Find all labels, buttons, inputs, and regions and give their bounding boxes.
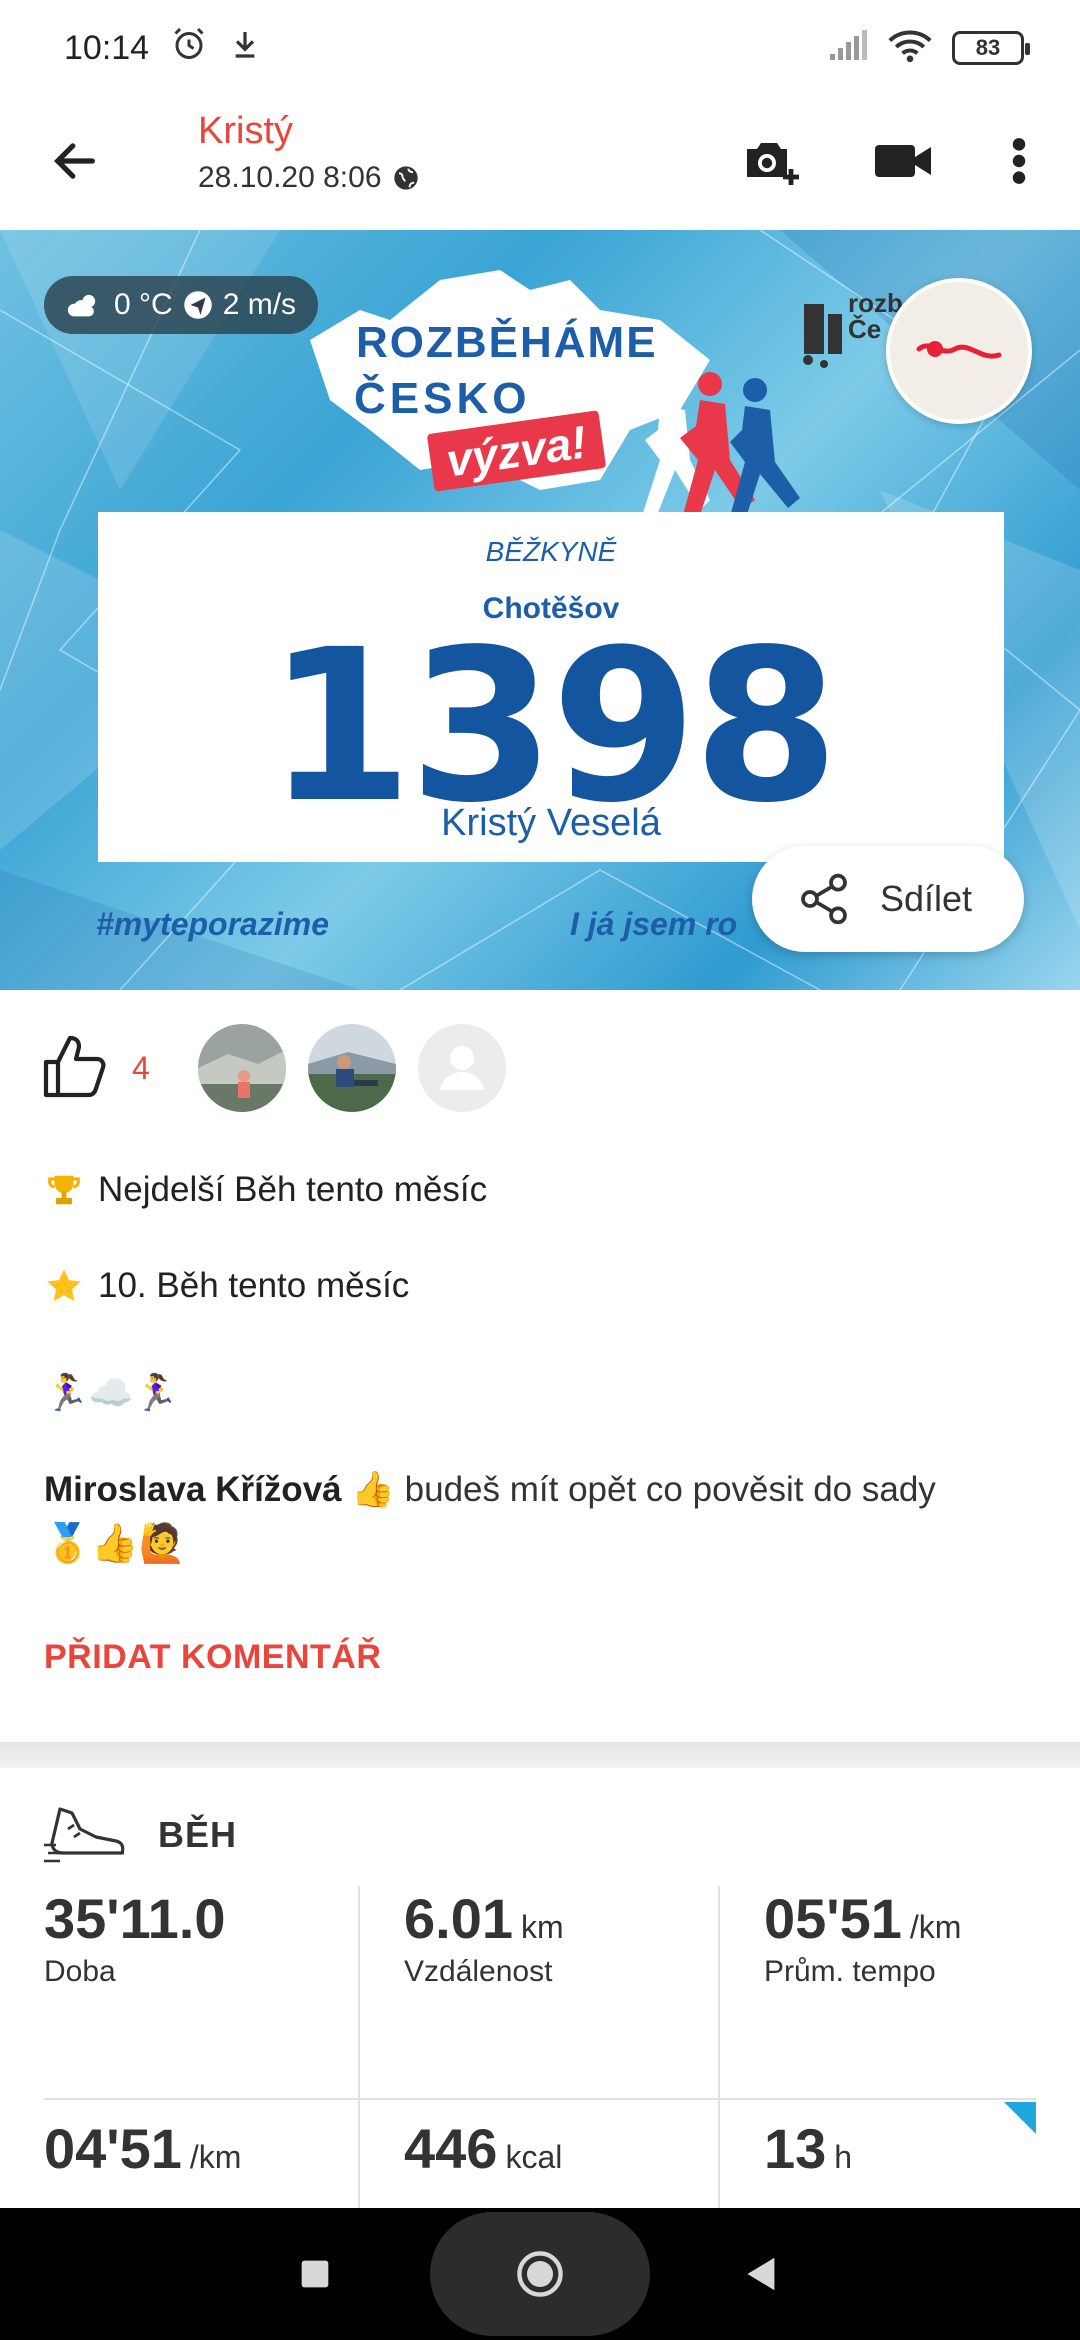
wind-direction-icon	[183, 291, 212, 319]
stat-value: 6.01	[404, 1887, 513, 1950]
signal-icon	[828, 29, 868, 67]
trophy-icon	[44, 1170, 84, 1210]
like-button[interactable]	[40, 1032, 118, 1110]
post-date-row: 28.10.20 8:06	[198, 161, 420, 195]
stat-label: Vzdálenost	[404, 1955, 553, 1988]
grid-divider	[718, 1886, 720, 2216]
stat-unit: kcal	[505, 2139, 563, 2175]
author-name[interactable]: Kristý	[198, 110, 420, 153]
home-button[interactable]	[505, 2208, 575, 2340]
stat-unit: km	[521, 1909, 564, 1945]
stat-value: 13	[764, 2117, 827, 2180]
stat-label: Prům. tempo	[764, 1955, 936, 1988]
download-icon	[229, 28, 261, 69]
achievement-run-count: 10. Běh tento měsíc	[44, 1266, 409, 1306]
stat-unit: h	[834, 2139, 853, 2175]
stat-distance: 6.01 km Vzdálenost	[404, 1886, 764, 1989]
recents-button[interactable]	[280, 2208, 350, 2340]
stat-duration: 35'11.0 Doba	[44, 1886, 404, 1989]
more-vert-icon	[1012, 138, 1026, 184]
back-triangle-icon	[747, 2257, 775, 2291]
hashtag-right: I já jsem ro	[570, 906, 738, 942]
grid-divider	[44, 2098, 1036, 2100]
route-path-icon	[916, 341, 1002, 359]
achievement-text: Nejdelší Běh tento měsíc	[98, 1170, 488, 1209]
add-photo-icon	[747, 143, 799, 185]
app-header: Kristý 28.10.20 8:06	[0, 96, 1080, 230]
stat-calories: 446 kcal	[404, 2116, 764, 2181]
alarm-icon	[171, 26, 207, 71]
thumbs-up-icon	[43, 1035, 106, 1098]
liker-avatar-2[interactable]	[308, 1024, 396, 1112]
battery-level: 83	[975, 35, 1001, 60]
add-photo-button[interactable]	[736, 126, 806, 196]
stat-label: Doba	[44, 1955, 116, 1988]
like-count[interactable]: 4	[132, 1050, 150, 1087]
activity-header: BĚH	[44, 1800, 237, 1870]
globe-icon	[393, 166, 418, 190]
back-arrow-icon	[53, 143, 95, 179]
square-icon	[301, 2260, 329, 2288]
grid-divider	[358, 1886, 360, 2216]
comment-emojis: 🥇👍🙋	[44, 1523, 186, 1565]
star-icon	[44, 1266, 84, 1306]
weather-badge: 0 °C 2 m/s	[44, 276, 319, 334]
more-options-button[interactable]	[984, 126, 1054, 196]
battery-icon: 83	[952, 31, 1030, 65]
share-label: Sdílet	[880, 878, 973, 919]
activity-banner[interactable]: 0 °C 2 m/s ROZBĚHÁME ČESKO výzva! rozb Č…	[0, 230, 1080, 990]
liker-avatar-placeholder[interactable]	[418, 1024, 506, 1112]
comment-author[interactable]: Miroslava Křížová	[44, 1470, 342, 1509]
stat-value: 04'51	[44, 2117, 182, 2180]
post-description: 🏃‍♀️☁️🏃‍♀️	[44, 1372, 179, 1413]
likes-row: 4	[0, 1020, 1080, 1116]
achievement-longest-run: Nejdelší Běh tento měsíc	[44, 1170, 487, 1210]
corner-indicator	[1004, 2102, 1036, 2134]
system-nav-bar	[0, 2208, 1080, 2340]
wifi-icon	[888, 29, 932, 68]
status-time: 10:14	[64, 28, 150, 67]
stat-value: 446	[404, 2117, 498, 2180]
route-map-thumbnail[interactable]	[886, 278, 1032, 424]
hashtag-left: #myteporazime	[96, 906, 329, 942]
race-bib: BĚŽKYNĚ Chotěšov 1398 Kristý Veselá	[98, 512, 1004, 862]
weather-wind: 2 m/s	[222, 288, 297, 321]
stat-best-pace: 04'51/km	[44, 2116, 404, 2181]
comment-text: 👍 budeš mít opět co pověsit do sady	[341, 1470, 936, 1509]
post-date: 28.10.20 8:06	[198, 161, 382, 194]
stat-unit: /km	[909, 1909, 962, 1945]
video-icon	[875, 145, 931, 177]
achievement-text: 10. Běh tento měsíc	[98, 1266, 410, 1305]
video-button[interactable]	[868, 126, 938, 196]
weather-temp: 0 °C	[114, 288, 173, 321]
activity-type: BĚH	[158, 1814, 238, 1855]
cloud-sun-icon	[67, 294, 96, 317]
home-circle-icon	[517, 2251, 563, 2297]
liker-avatar-1[interactable]	[198, 1024, 286, 1112]
running-shoe-icon	[44, 1807, 125, 1863]
brand-title-line2: ČESKO	[354, 374, 531, 423]
share-button[interactable]: Sdílet	[752, 846, 1024, 952]
share-icon	[801, 873, 847, 925]
back-button[interactable]	[40, 126, 110, 196]
add-comment-button[interactable]: PŘIDAT KOMENTÁŘ	[44, 1638, 381, 1677]
stat-value: 35'11.0	[44, 1887, 226, 1950]
back-nav-button[interactable]	[725, 2208, 795, 2340]
stat-unit: /km	[189, 2139, 242, 2175]
status-bar: 10:14 83	[0, 0, 1080, 96]
brand-title-line1: ROZBĚHÁME	[356, 318, 658, 367]
comment: Miroslava Křížová 👍 budeš mít opět co po…	[44, 1456, 1034, 1524]
section-divider	[0, 1742, 1080, 1768]
stat-avg-pace: 05'51/km Prům. tempo	[764, 1886, 1080, 1989]
bib-category: BĚŽKYNĚ	[485, 536, 617, 567]
bib-runner-name: Kristý Veselá	[441, 802, 661, 844]
stat-value: 05'51	[764, 1887, 902, 1950]
